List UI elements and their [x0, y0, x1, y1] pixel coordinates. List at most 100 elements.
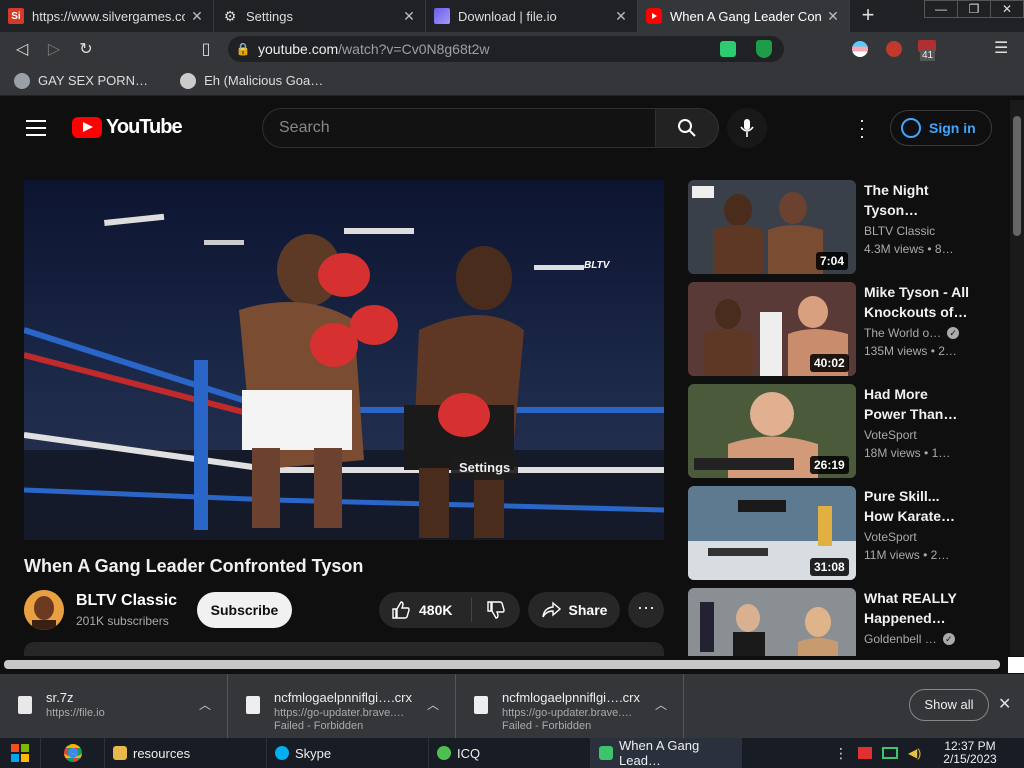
share-icon [541, 601, 561, 618]
url-path: /watch?v=Cv0N8g68t2w [338, 41, 490, 57]
tab-silvergames[interactable]: Si https://www.silvergames.co ✕ [0, 0, 214, 32]
file-icon [474, 696, 488, 714]
recommendation-item[interactable]: 40:02 Mike Tyson - All Knockouts of… The … [688, 282, 998, 376]
taskbar-item[interactable]: resources [104, 738, 266, 768]
flag-icon[interactable] [858, 747, 872, 759]
tab-settings[interactable]: ⚙ Settings ✕ [214, 0, 426, 32]
bookmark-item[interactable]: Eh (Malicious Goa… [180, 72, 323, 89]
taskbar-item[interactable]: Skype [266, 738, 428, 768]
video-title: When A Gang Leader Confronted Tyson [24, 556, 364, 576]
dislike-button[interactable] [472, 600, 520, 620]
chrome-icon [63, 744, 82, 762]
voice-search-button[interactable] [727, 108, 767, 148]
tab-youtube[interactable]: When A Gang Leader Confr ✕ [638, 0, 850, 32]
extension-icon[interactable] [720, 41, 736, 57]
like-count: 480K [419, 602, 453, 618]
reload-button[interactable]: ↻ [70, 33, 102, 65]
avatar[interactable] [886, 41, 902, 57]
duration-badge: 40:02 [810, 354, 849, 372]
download-item[interactable]: sr.7z https://file.io ︿ [0, 674, 228, 738]
new-tab-button[interactable]: + [850, 0, 886, 32]
close-window-button[interactable]: ✕ [990, 0, 1024, 18]
recommendation-meta: 11M views • 2… [864, 548, 950, 562]
shield-icon[interactable] [756, 40, 772, 58]
file-icon [246, 696, 260, 714]
subscribe-button[interactable]: Subscribe [197, 592, 292, 628]
chevron-up-icon[interactable]: ︿ [199, 696, 211, 713]
youtube-icon [646, 8, 662, 24]
taskbar-label: Skype [295, 745, 332, 761]
share-label: Share [568, 602, 608, 618]
recommendation-item[interactable]: 26:19 Had More Power Than… VoteSport 18M … [688, 384, 998, 478]
user-icon [901, 118, 921, 138]
window-controls: — ❐ ✕ [924, 0, 1024, 18]
sign-in-button[interactable]: Sign in [890, 110, 992, 146]
close-icon[interactable]: ✕ [825, 8, 841, 25]
back-button[interactable]: ◁ [6, 33, 38, 65]
silvergames-icon: Si [8, 8, 24, 24]
bookmark-label: GAY SEX PORN… [38, 73, 149, 88]
description-box[interactable] [24, 642, 664, 656]
recommendation-item[interactable]: 7:04 The Night Tyson… BLTV Classic 4.3M v… [688, 180, 998, 274]
network-icon[interactable] [882, 747, 898, 759]
video-player[interactable]: BLTV Settings [24, 180, 664, 540]
forward-button[interactable]: ▷ [38, 33, 70, 65]
system-clock[interactable]: 12:37 PM 2/15/2023 [930, 740, 1010, 766]
download-item[interactable]: ncfmlogaelpnniflgi….crx https://go-updat… [228, 674, 456, 738]
channel-avatar[interactable] [24, 590, 64, 630]
recommendation-channel: Goldenbell … ✓ [864, 632, 994, 646]
profile-flag-icon[interactable] [852, 41, 868, 57]
download-status: https://go-updater.brave.… Failed - Forb… [502, 707, 633, 732]
speaker-icon[interactable]: ◀) [908, 746, 921, 760]
close-icon[interactable]: ✕ [613, 8, 629, 25]
minimize-button[interactable]: — [924, 0, 958, 18]
tab-title: https://www.silvergames.co [32, 8, 185, 24]
horizontal-scrollbar[interactable] [0, 656, 1024, 674]
show-all-button[interactable]: Show all [909, 689, 989, 721]
close-icon[interactable]: ✕ [189, 8, 205, 25]
menu-icon[interactable]: ☰ [994, 38, 1008, 58]
taskbar-item[interactable]: When A Gang Lead… [590, 738, 742, 768]
download-item[interactable]: ncfmlogaelpnniflgi….crx https://go-updat… [456, 674, 684, 738]
search-button[interactable] [655, 108, 719, 148]
chevron-up-icon[interactable]: ︿ [427, 696, 439, 713]
reload-icon: ↻ [79, 41, 93, 58]
video-thumbnail[interactable] [688, 588, 856, 656]
channel-info: BLTV Classic 201K subscribers [24, 590, 177, 630]
taskbar-chrome[interactable] [40, 738, 104, 768]
skype-icon [275, 746, 289, 760]
browser-toolbar: ◁ ▷ ↻ ▯ 🔒 youtube.com/watch?v=Cv0N8g68t2… [0, 32, 1024, 66]
more-actions-button[interactable]: ··· [628, 592, 664, 628]
gear-icon: ⚙ [223, 7, 237, 24]
tab-title: When A Gang Leader Confr [670, 8, 821, 24]
recommendation-item[interactable]: 31:08 Pure Skill... How Karate… VoteSport… [688, 486, 998, 580]
archive-file-icon [18, 696, 32, 714]
recommendation-item[interactable]: What REALLY Happened… Goldenbell … ✓ [688, 588, 998, 656]
address-bar[interactable]: 🔒 youtube.com/watch?v=Cv0N8g68t2w [228, 36, 784, 62]
more-vertical-icon[interactable]: ⋮ [834, 745, 848, 762]
bookmark-button[interactable]: ▯ [190, 33, 222, 65]
more-options-icon[interactable]: · · · [852, 111, 872, 145]
maximize-button[interactable]: ❐ [957, 0, 991, 18]
avatar [24, 590, 64, 630]
recommendation-channel: VoteSport [864, 428, 917, 442]
youtube-logo[interactable]: YouTube [72, 116, 183, 139]
close-icon[interactable]: ✕ [401, 8, 417, 25]
share-button[interactable]: Share [528, 592, 620, 628]
taskbar-item[interactable]: ICQ [428, 738, 590, 768]
channel-name[interactable]: BLTV Classic [76, 592, 177, 610]
bookmark-item[interactable]: GAY SEX PORN… [14, 72, 149, 89]
vertical-scrollbar[interactable] [1010, 100, 1024, 660]
tab-bar: Si https://www.silvergames.co ✕ ⚙ Settin… [0, 0, 1024, 32]
hamburger-menu-icon[interactable] [26, 120, 46, 141]
like-button[interactable]: 480K [379, 598, 472, 622]
scrollbar-thumb[interactable] [4, 660, 1000, 669]
close-icon[interactable]: ✕ [998, 694, 1011, 714]
start-button[interactable] [0, 738, 40, 768]
tab-file-io[interactable]: Download | file.io ✕ [426, 0, 638, 32]
scrollbar-thumb[interactable] [1013, 116, 1021, 236]
search-input[interactable]: Search [262, 108, 656, 148]
chevron-up-icon[interactable]: ︿ [655, 696, 667, 713]
bookmark-icon: ▯ [201, 41, 211, 58]
taskbar-label: ICQ [457, 745, 481, 761]
